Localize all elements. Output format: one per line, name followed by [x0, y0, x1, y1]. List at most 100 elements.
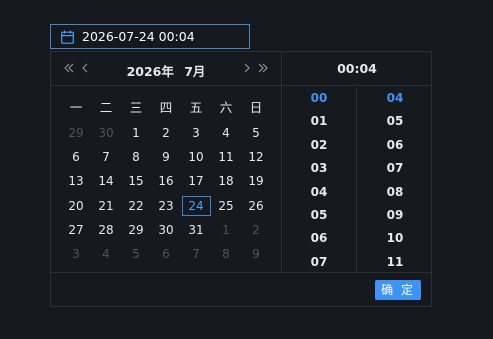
day-cell[interactable]: 1	[211, 218, 241, 242]
minute-option[interactable]: 09	[358, 204, 432, 227]
day-cell[interactable]: 6	[151, 242, 181, 266]
day-cell-selected[interactable]: 24	[181, 194, 211, 218]
year-label[interactable]: 2026年	[127, 64, 174, 79]
day-label: 29	[128, 222, 144, 237]
day-cell[interactable]: 17	[181, 169, 211, 193]
weekday-label: 五	[189, 100, 203, 115]
day-cell[interactable]: 11	[211, 145, 241, 169]
datetime-picker-panel: 2026年 7月 一二三四五六日 29 30 1 2 3 4 5 6 7 8 9 10 11 12 13 14…	[50, 51, 432, 307]
day-cell[interactable]: 7	[181, 242, 211, 266]
hour-option[interactable]: 07	[282, 251, 356, 272]
day-cell[interactable]: 30	[151, 218, 181, 242]
day-label: 1	[132, 126, 140, 141]
day-cell[interactable]: 8	[121, 145, 151, 169]
day-cell[interactable]: 19	[241, 169, 271, 193]
day-cell[interactable]: 25	[211, 194, 241, 218]
day-cell[interactable]: 29	[61, 121, 91, 145]
day-label: 7	[102, 150, 110, 165]
day-label: 16	[158, 174, 174, 189]
day-cell[interactable]: 4	[211, 121, 241, 145]
minute-column[interactable]: 04 05 06 07 08 09 10 11	[358, 87, 432, 272]
minute-option[interactable]: 11	[358, 251, 432, 272]
day-label: 6	[162, 247, 170, 262]
day-label: 2	[162, 126, 170, 141]
hour-option[interactable]: 05	[282, 204, 356, 227]
day-label: 18	[218, 174, 234, 189]
day-label: 29	[68, 126, 84, 141]
day-label: 3	[72, 247, 80, 262]
day-cell[interactable]: 9	[151, 145, 181, 169]
day-cell[interactable]: 16	[151, 169, 181, 193]
day-cell[interactable]: 5	[121, 242, 151, 266]
day-cell[interactable]: 26	[241, 194, 271, 218]
day-cell[interactable]: 31	[181, 218, 211, 242]
day-label: 17	[188, 174, 204, 189]
day-cell[interactable]: 21	[91, 194, 121, 218]
minute-option[interactable]: 07	[358, 157, 432, 180]
day-cell[interactable]: 7	[91, 145, 121, 169]
weekday-label: 日	[249, 100, 263, 115]
day-cell[interactable]: 2	[241, 218, 271, 242]
day-cell[interactable]: 6	[61, 145, 91, 169]
day-cell[interactable]: 13	[61, 169, 91, 193]
day-label: 9	[162, 150, 170, 165]
minute-option[interactable]: 10	[358, 227, 432, 250]
day-cell[interactable]: 15	[121, 169, 151, 193]
time-header: 00:04	[282, 52, 432, 86]
hour-column[interactable]: 00 01 02 03 04 05 06 07	[282, 87, 357, 272]
minute-option[interactable]: 06	[358, 134, 432, 157]
time-pane: 00:04 00 01 02 03 04 05 06 07 04 05 06 07 08 09 10 11	[282, 52, 432, 272]
day-cell[interactable]: 30	[91, 121, 121, 145]
datetime-input[interactable]: 2026-07-24 00:04	[50, 24, 250, 49]
datetime-input-value: 2026-07-24 00:04	[82, 29, 195, 44]
day-label: 26	[248, 198, 264, 213]
day-label: 8	[132, 150, 140, 165]
day-cell[interactable]: 27	[61, 218, 91, 242]
day-label: 22	[128, 198, 144, 213]
day-cell[interactable]: 3	[61, 242, 91, 266]
hour-option[interactable]: 06	[282, 227, 356, 250]
day-cell[interactable]: 1	[121, 121, 151, 145]
day-label: 1	[222, 222, 230, 237]
day-cell[interactable]: 22	[121, 194, 151, 218]
day-label: 23	[158, 198, 174, 213]
day-label: 2	[252, 222, 260, 237]
hour-option[interactable]: 02	[282, 134, 356, 157]
day-label: 10	[188, 150, 204, 165]
next-month-icon[interactable]	[239, 60, 255, 78]
day-cell[interactable]: 14	[91, 169, 121, 193]
day-label: 6	[72, 150, 80, 165]
day-cell[interactable]: 18	[211, 169, 241, 193]
day-cell[interactable]: 10	[181, 145, 211, 169]
day-label: 20	[68, 198, 84, 213]
hour-option[interactable]: 01	[282, 110, 356, 133]
day-cell[interactable]: 5	[241, 121, 271, 145]
minute-option[interactable]: 04	[358, 87, 432, 110]
weekday-label: 六	[219, 100, 233, 115]
month-label[interactable]: 7月	[184, 64, 205, 79]
weekday-label: 一	[69, 100, 83, 115]
day-cell[interactable]: 3	[181, 121, 211, 145]
day-grid: 29 30 1 2 3 4 5 6 7 8 9 10 11 12 13 14 15 16 17 18 19 20 21 22 2…	[61, 121, 271, 266]
day-cell[interactable]: 9	[241, 242, 271, 266]
day-cell[interactable]: 20	[61, 194, 91, 218]
day-cell[interactable]: 28	[91, 218, 121, 242]
day-cell[interactable]: 23	[151, 194, 181, 218]
day-label: 24	[181, 195, 211, 216]
day-cell[interactable]: 8	[211, 242, 241, 266]
minute-option[interactable]: 05	[358, 110, 432, 133]
calendar-header: 2026年 7月	[51, 52, 281, 86]
confirm-button[interactable]: 确 定	[375, 280, 421, 300]
day-cell[interactable]: 29	[121, 218, 151, 242]
hour-option[interactable]: 04	[282, 181, 356, 204]
day-cell[interactable]: 12	[241, 145, 271, 169]
next-year-icon[interactable]	[255, 60, 271, 78]
day-label: 15	[128, 174, 144, 189]
hour-option[interactable]: 00	[282, 87, 356, 110]
day-label: 30	[158, 222, 174, 237]
day-cell[interactable]: 4	[91, 242, 121, 266]
minute-option[interactable]: 08	[358, 181, 432, 204]
day-label: 11	[218, 150, 234, 165]
day-cell[interactable]: 2	[151, 121, 181, 145]
hour-option[interactable]: 03	[282, 157, 356, 180]
